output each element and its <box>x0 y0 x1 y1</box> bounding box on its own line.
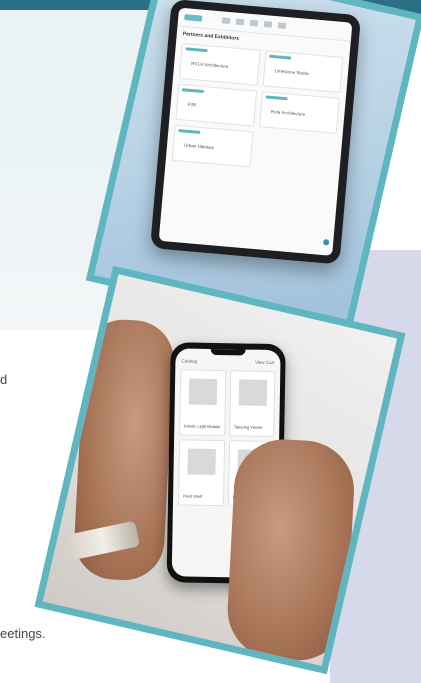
exhibitor-name: RCLH Architecture <box>191 60 229 70</box>
nav-icon[interactable] <box>249 19 259 27</box>
tablet-nav <box>221 17 287 29</box>
right-hand <box>225 436 357 663</box>
app-logo <box>184 14 203 22</box>
product-image <box>238 379 267 406</box>
tablet-screen: Partners and Exhibitors RCLH Architectur… <box>158 7 353 256</box>
exhibitor-name: Ruta Architecture <box>270 108 306 117</box>
nav-icon[interactable] <box>263 21 273 28</box>
exhibitor-card[interactable]: Limestone Studio <box>262 50 344 93</box>
product-card[interactable]: Kinetic Light Module <box>179 369 226 437</box>
card-accent-bar <box>181 88 204 94</box>
card-accent-bar <box>268 54 291 60</box>
product-label: Kinetic Light Module <box>184 423 221 430</box>
card-accent-bar <box>178 128 201 134</box>
phone-notch <box>210 348 246 356</box>
body-text-fragment-top: d <box>0 372 8 387</box>
product-label: Tapering Vessel <box>233 424 263 430</box>
exhibitor-grid: RCLH Architecture Limestone Studio F3R R… <box>166 40 350 177</box>
exhibitor-name: F3R <box>187 101 197 108</box>
exhibitor-card[interactable]: Urban Habitats <box>171 124 254 168</box>
exhibitor-name: Urban Habitats <box>183 142 215 151</box>
floating-action-button[interactable] <box>322 239 330 246</box>
card-accent-bar <box>185 47 208 53</box>
tablet-device: Partners and Exhibitors RCLH Architectur… <box>150 0 362 265</box>
nav-icon[interactable] <box>221 17 231 25</box>
phone-header-title: Catalog <box>181 358 198 364</box>
product-label: Pivot Shelf <box>183 493 203 499</box>
product-card[interactable]: Pivot Shelf <box>177 439 225 507</box>
exhibitor-card[interactable]: Ruta Architecture <box>258 91 340 134</box>
exhibitor-card[interactable]: RCLH Architecture <box>178 42 261 86</box>
nav-icon[interactable] <box>277 22 287 29</box>
card-accent-bar <box>265 95 288 101</box>
nav-icon[interactable] <box>235 18 245 26</box>
product-image <box>188 378 218 406</box>
view-cart-link[interactable]: View Cart <box>255 360 275 365</box>
product-image <box>187 448 216 476</box>
product-card[interactable]: Tapering Vessel <box>228 370 276 438</box>
exhibitor-card[interactable]: F3R <box>175 83 257 127</box>
exhibitor-name: Limestone Studio <box>274 68 310 77</box>
body-text-fragment-bottom: eetings. <box>0 626 46 641</box>
